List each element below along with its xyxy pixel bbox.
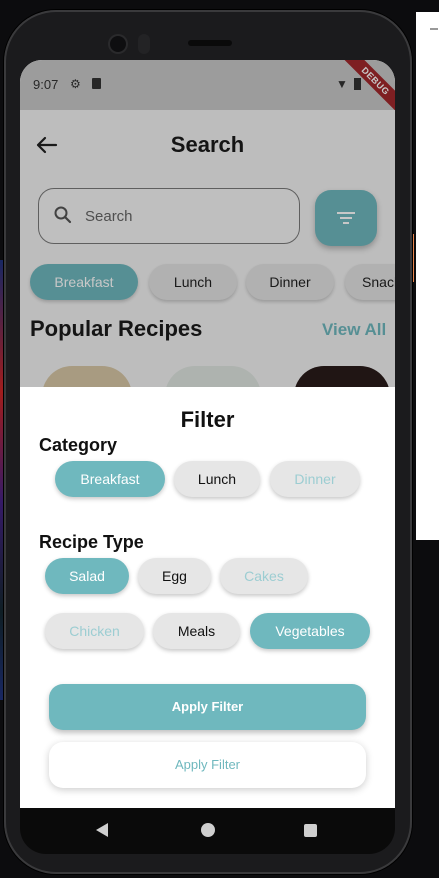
nav-home-icon[interactable] <box>201 823 215 837</box>
android-nav-bar <box>20 808 395 854</box>
recipe-type-label: Recipe Type <box>39 532 144 552</box>
filter-type-egg[interactable]: Egg <box>138 558 211 594</box>
front-camera <box>110 36 126 52</box>
filter-type-vegetables[interactable]: Vegetables <box>250 613 370 649</box>
apply-filter-button[interactable]: Apply Filter <box>49 684 366 730</box>
nav-back-icon[interactable] <box>96 823 108 837</box>
filter-type-meals[interactable]: Meals <box>153 613 240 649</box>
filter-title: Filter <box>180 407 235 432</box>
filter-category-breakfast[interactable]: Breakfast <box>55 461 165 497</box>
background-window <box>408 12 439 540</box>
category-label: Category <box>39 435 118 455</box>
filter-category-dinner[interactable]: Dinner <box>270 461 360 497</box>
filter-bottom-sheet: Filter Category Breakfast Lunch Dinner R… <box>20 387 395 808</box>
apply-filter-secondary-button[interactable]: Apply Filter <box>49 742 366 788</box>
earpiece-speaker <box>188 40 232 46</box>
filter-type-cakes[interactable]: Cakes <box>220 558 308 594</box>
filter-type-chicken[interactable]: Chicken <box>45 613 144 649</box>
device-screen: 9:07 ⚙ ▼ DEBUG Search Search Breakfast L… <box>20 60 395 808</box>
filter-category-lunch[interactable]: Lunch <box>174 461 260 497</box>
nav-recents-icon[interactable] <box>304 824 317 837</box>
filter-type-salad[interactable]: Salad <box>45 558 129 594</box>
background-mark <box>430 28 438 30</box>
sensor <box>138 34 150 54</box>
